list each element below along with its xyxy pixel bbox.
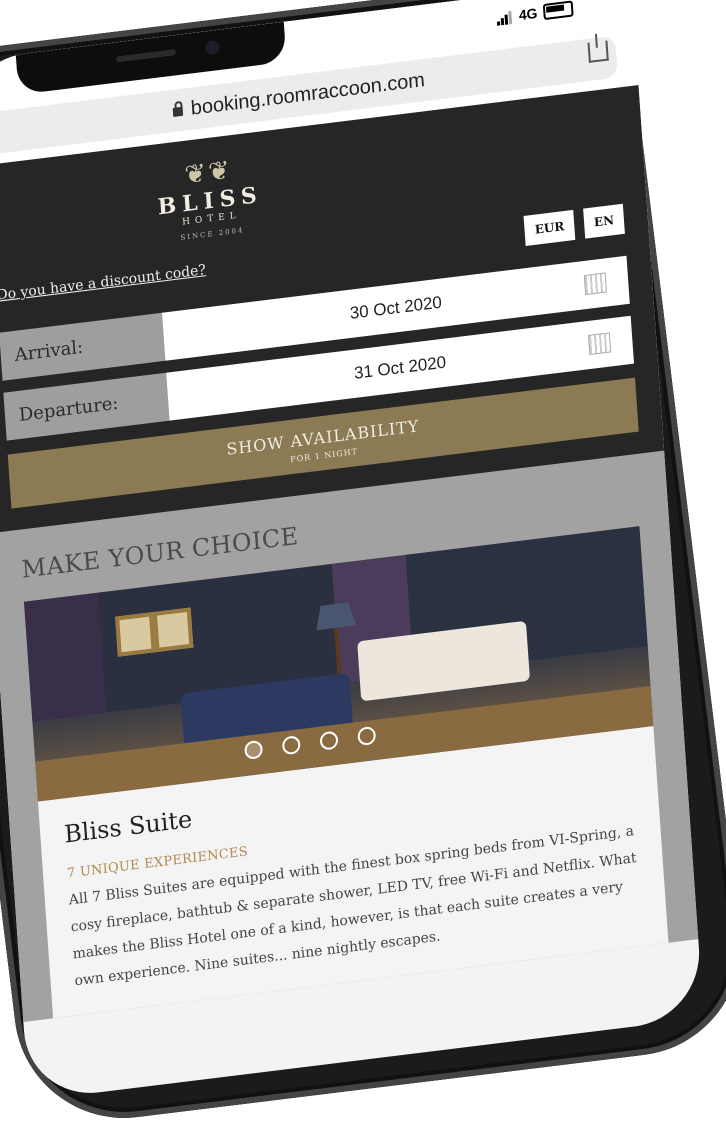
- currency-selector[interactable]: EUR: [523, 209, 576, 246]
- language-selector[interactable]: EN: [583, 203, 625, 239]
- arrival-date-value: 30 Oct 2020: [349, 292, 443, 323]
- battery-icon: [542, 0, 574, 21]
- photo-picture-frame: [152, 607, 194, 653]
- departure-label: Departure:: [3, 372, 170, 441]
- arrival-label: Arrival:: [0, 312, 166, 381]
- lock-icon: [172, 106, 184, 117]
- phone-mockup: 9 4G booking.roomraccoon.com ❦❦ BLISS: [0, 0, 726, 1130]
- room-choice-section: MAKE YOUR CHOICE Bliss Suite 7 UNIQUE EX…: [0, 450, 699, 1022]
- share-icon[interactable]: [587, 40, 609, 63]
- calendar-icon[interactable]: [583, 272, 607, 296]
- network-type: 4G: [518, 4, 538, 24]
- carousel-dot[interactable]: [244, 739, 264, 760]
- signal-indicator: 4G: [496, 0, 574, 26]
- front-camera: [205, 39, 220, 56]
- url-text: booking.roomraccoon.com: [190, 68, 426, 120]
- signal-bars-icon: [496, 8, 513, 26]
- photo-picture-frame: [115, 612, 156, 657]
- hotel-logo: ❦❦ BLISS HOTEL SINCE 2004: [148, 151, 273, 246]
- carousel-dot[interactable]: [281, 735, 301, 756]
- calendar-icon[interactable]: [587, 332, 612, 356]
- phone-screen: 9 4G booking.roomraccoon.com ❦❦ BLISS: [0, 0, 704, 1101]
- carousel-dot[interactable]: [319, 730, 339, 751]
- speaker: [115, 49, 176, 63]
- departure-date-value: 31 Oct 2020: [353, 352, 447, 383]
- carousel-dot[interactable]: [357, 725, 377, 747]
